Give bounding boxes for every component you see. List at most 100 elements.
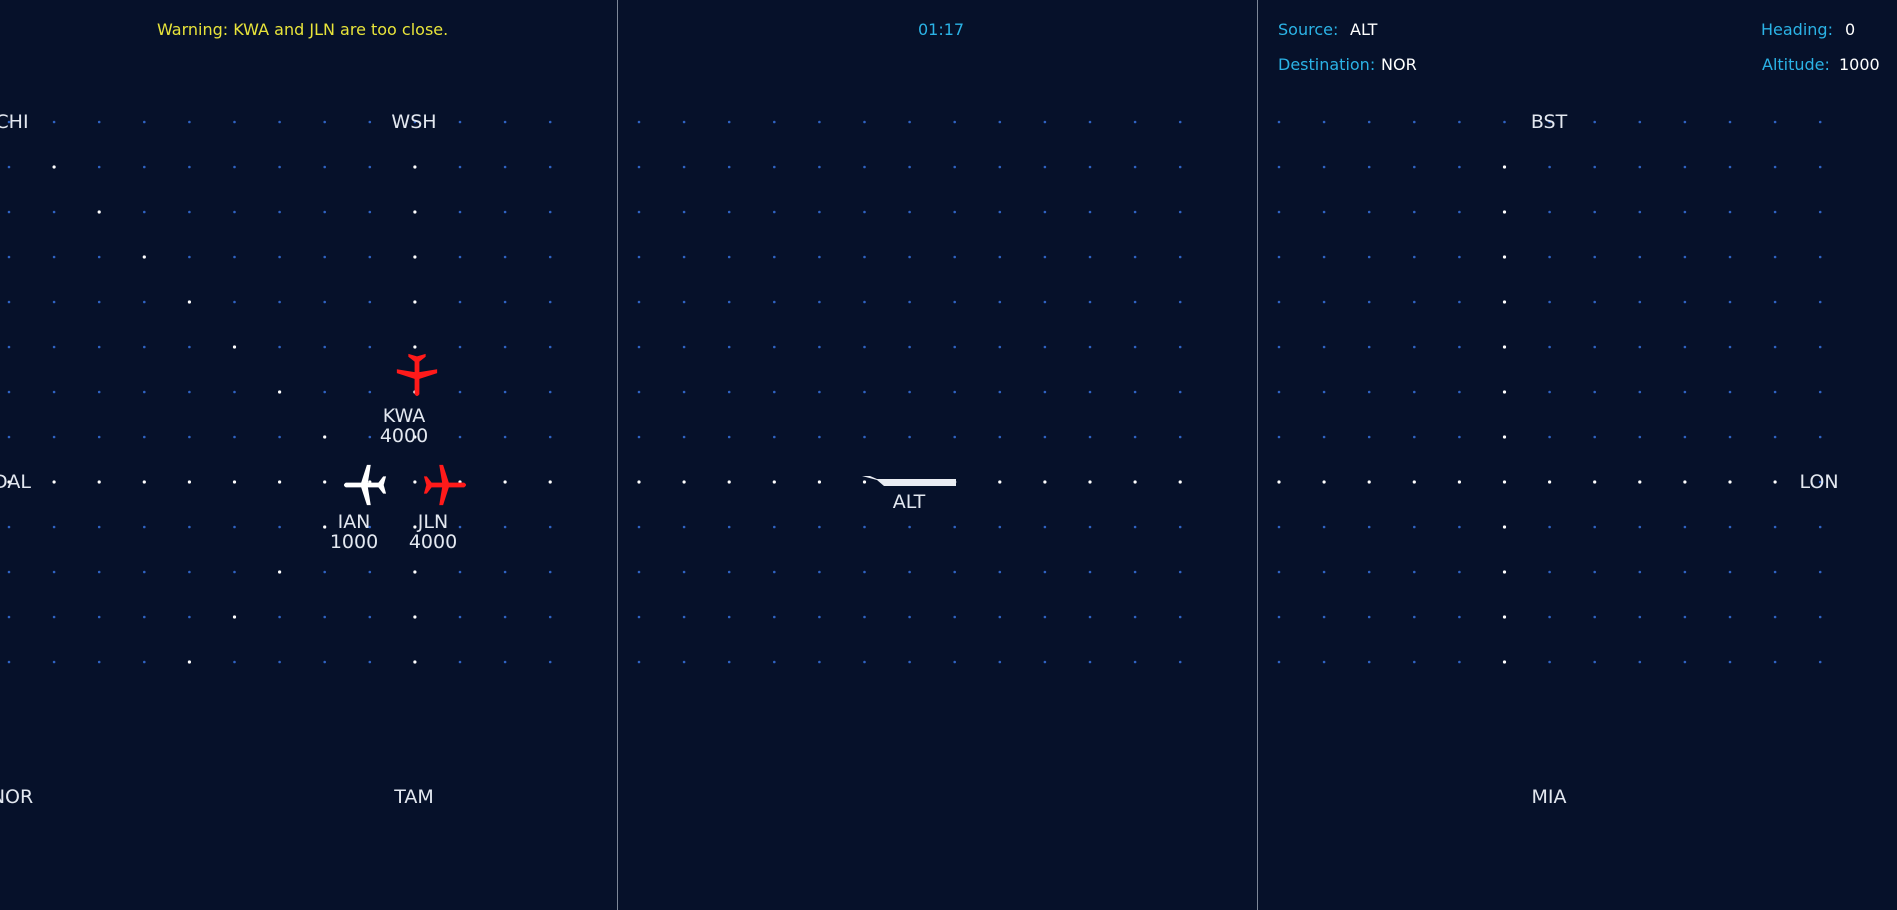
grid-dot	[52, 300, 56, 304]
grid-dot	[368, 615, 372, 619]
route-dot	[413, 615, 417, 619]
grid-dot	[1277, 525, 1281, 529]
grid-dot	[1413, 210, 1416, 214]
route-dot	[97, 480, 101, 484]
grid-dot	[52, 390, 56, 394]
grid-dot	[637, 615, 641, 619]
plane-kwa[interactable]	[394, 352, 440, 398]
grid-dot	[1133, 525, 1137, 529]
route-dot	[1502, 300, 1507, 304]
grid-dot	[1133, 345, 1137, 349]
grid-dot	[773, 660, 776, 664]
grid-dot	[143, 345, 146, 349]
grid-dot	[1683, 390, 1687, 394]
grid-dot	[818, 435, 821, 439]
grid-dot	[1773, 300, 1777, 304]
grid-dot	[548, 300, 552, 304]
grid-dot	[953, 300, 956, 304]
grid-dot	[1728, 435, 1732, 439]
grid-dot	[1367, 660, 1371, 664]
grid-dot	[998, 570, 1002, 574]
grid-dot	[1818, 255, 1822, 259]
grid-dot	[368, 345, 372, 349]
grid-dot	[863, 660, 866, 664]
airport-chi[interactable]: CHI	[0, 111, 29, 133]
grid-dot	[1638, 615, 1642, 619]
grid-dot	[1088, 165, 1092, 169]
grid-dot	[1043, 255, 1047, 259]
airport-mia[interactable]: MIA	[1532, 786, 1567, 808]
route-dot	[413, 480, 417, 484]
route-dot	[1502, 480, 1507, 484]
grid-dot	[1548, 570, 1551, 574]
plane-jln-label: JLN 4000	[409, 512, 457, 552]
grid-dot	[323, 210, 327, 214]
grid-dot	[727, 660, 731, 664]
route-dot	[278, 390, 282, 394]
grid-dot	[1593, 120, 1596, 124]
grid-dot	[908, 300, 911, 304]
airport-bst[interactable]: BST	[1531, 111, 1567, 133]
grid-dot	[818, 120, 821, 124]
grid-dot	[548, 255, 552, 259]
airport-nor[interactable]: NOR	[0, 786, 33, 808]
grid-dot	[1088, 660, 1092, 664]
grid-dot	[1593, 210, 1596, 214]
grid-dot	[908, 120, 911, 124]
grid-dot	[1728, 570, 1732, 574]
airport-lon[interactable]: LON	[1799, 471, 1838, 493]
grid-dot	[548, 435, 552, 439]
heading-label: Heading:	[1761, 20, 1833, 39]
grid-dot	[1043, 570, 1047, 574]
grid-dot	[1178, 255, 1182, 259]
route-dot	[1683, 480, 1687, 484]
grid-dot	[1043, 390, 1047, 394]
grid-dot	[1458, 390, 1461, 394]
game-timer: 01:17	[918, 20, 965, 39]
plane-ian[interactable]	[342, 462, 388, 508]
airport-dal[interactable]: DAL	[0, 471, 31, 493]
plane-jln[interactable]	[422, 462, 468, 508]
grid-dot	[143, 570, 146, 574]
route-dot	[278, 480, 282, 484]
grid-dot	[1773, 660, 1777, 664]
airport-wsh[interactable]: WSH	[391, 111, 436, 133]
airplane-icon	[396, 353, 438, 397]
grid-dot	[1728, 120, 1732, 124]
runway-alt[interactable]	[860, 474, 960, 490]
grid-dot	[1133, 435, 1137, 439]
route-dot	[52, 165, 56, 169]
grid-dot	[1367, 210, 1371, 214]
grid-dot	[727, 615, 731, 619]
grid-dot	[953, 345, 956, 349]
route-dot	[1502, 345, 1507, 349]
grid-dot	[1548, 210, 1551, 214]
grid-dot	[458, 165, 462, 169]
grid-dot	[1133, 165, 1137, 169]
grid-dot	[1413, 345, 1416, 349]
grid-dot	[1593, 165, 1596, 169]
grid-dot	[323, 570, 327, 574]
grid-dot	[863, 300, 866, 304]
airport-tam[interactable]: TAM	[394, 786, 434, 808]
grid-dot	[1178, 120, 1182, 124]
grid-dot	[1178, 300, 1182, 304]
grid-dot	[637, 435, 641, 439]
grid-dot	[1593, 525, 1596, 529]
grid-dot	[953, 255, 956, 259]
grid-dot	[1043, 300, 1047, 304]
grid-dot	[1277, 435, 1281, 439]
grid-dot	[818, 345, 821, 349]
grid-dot	[682, 165, 686, 169]
grid-dot	[97, 525, 101, 529]
grid-dot	[953, 390, 956, 394]
grid-dot	[1413, 120, 1416, 124]
grid-dot	[682, 615, 686, 619]
grid-dot	[7, 300, 11, 304]
grid-dot	[188, 345, 191, 349]
grid-dot	[908, 390, 911, 394]
grid-dot	[1178, 165, 1182, 169]
grid-dot	[1413, 435, 1416, 439]
route-dot	[682, 480, 686, 484]
grid-dot	[1683, 570, 1687, 574]
